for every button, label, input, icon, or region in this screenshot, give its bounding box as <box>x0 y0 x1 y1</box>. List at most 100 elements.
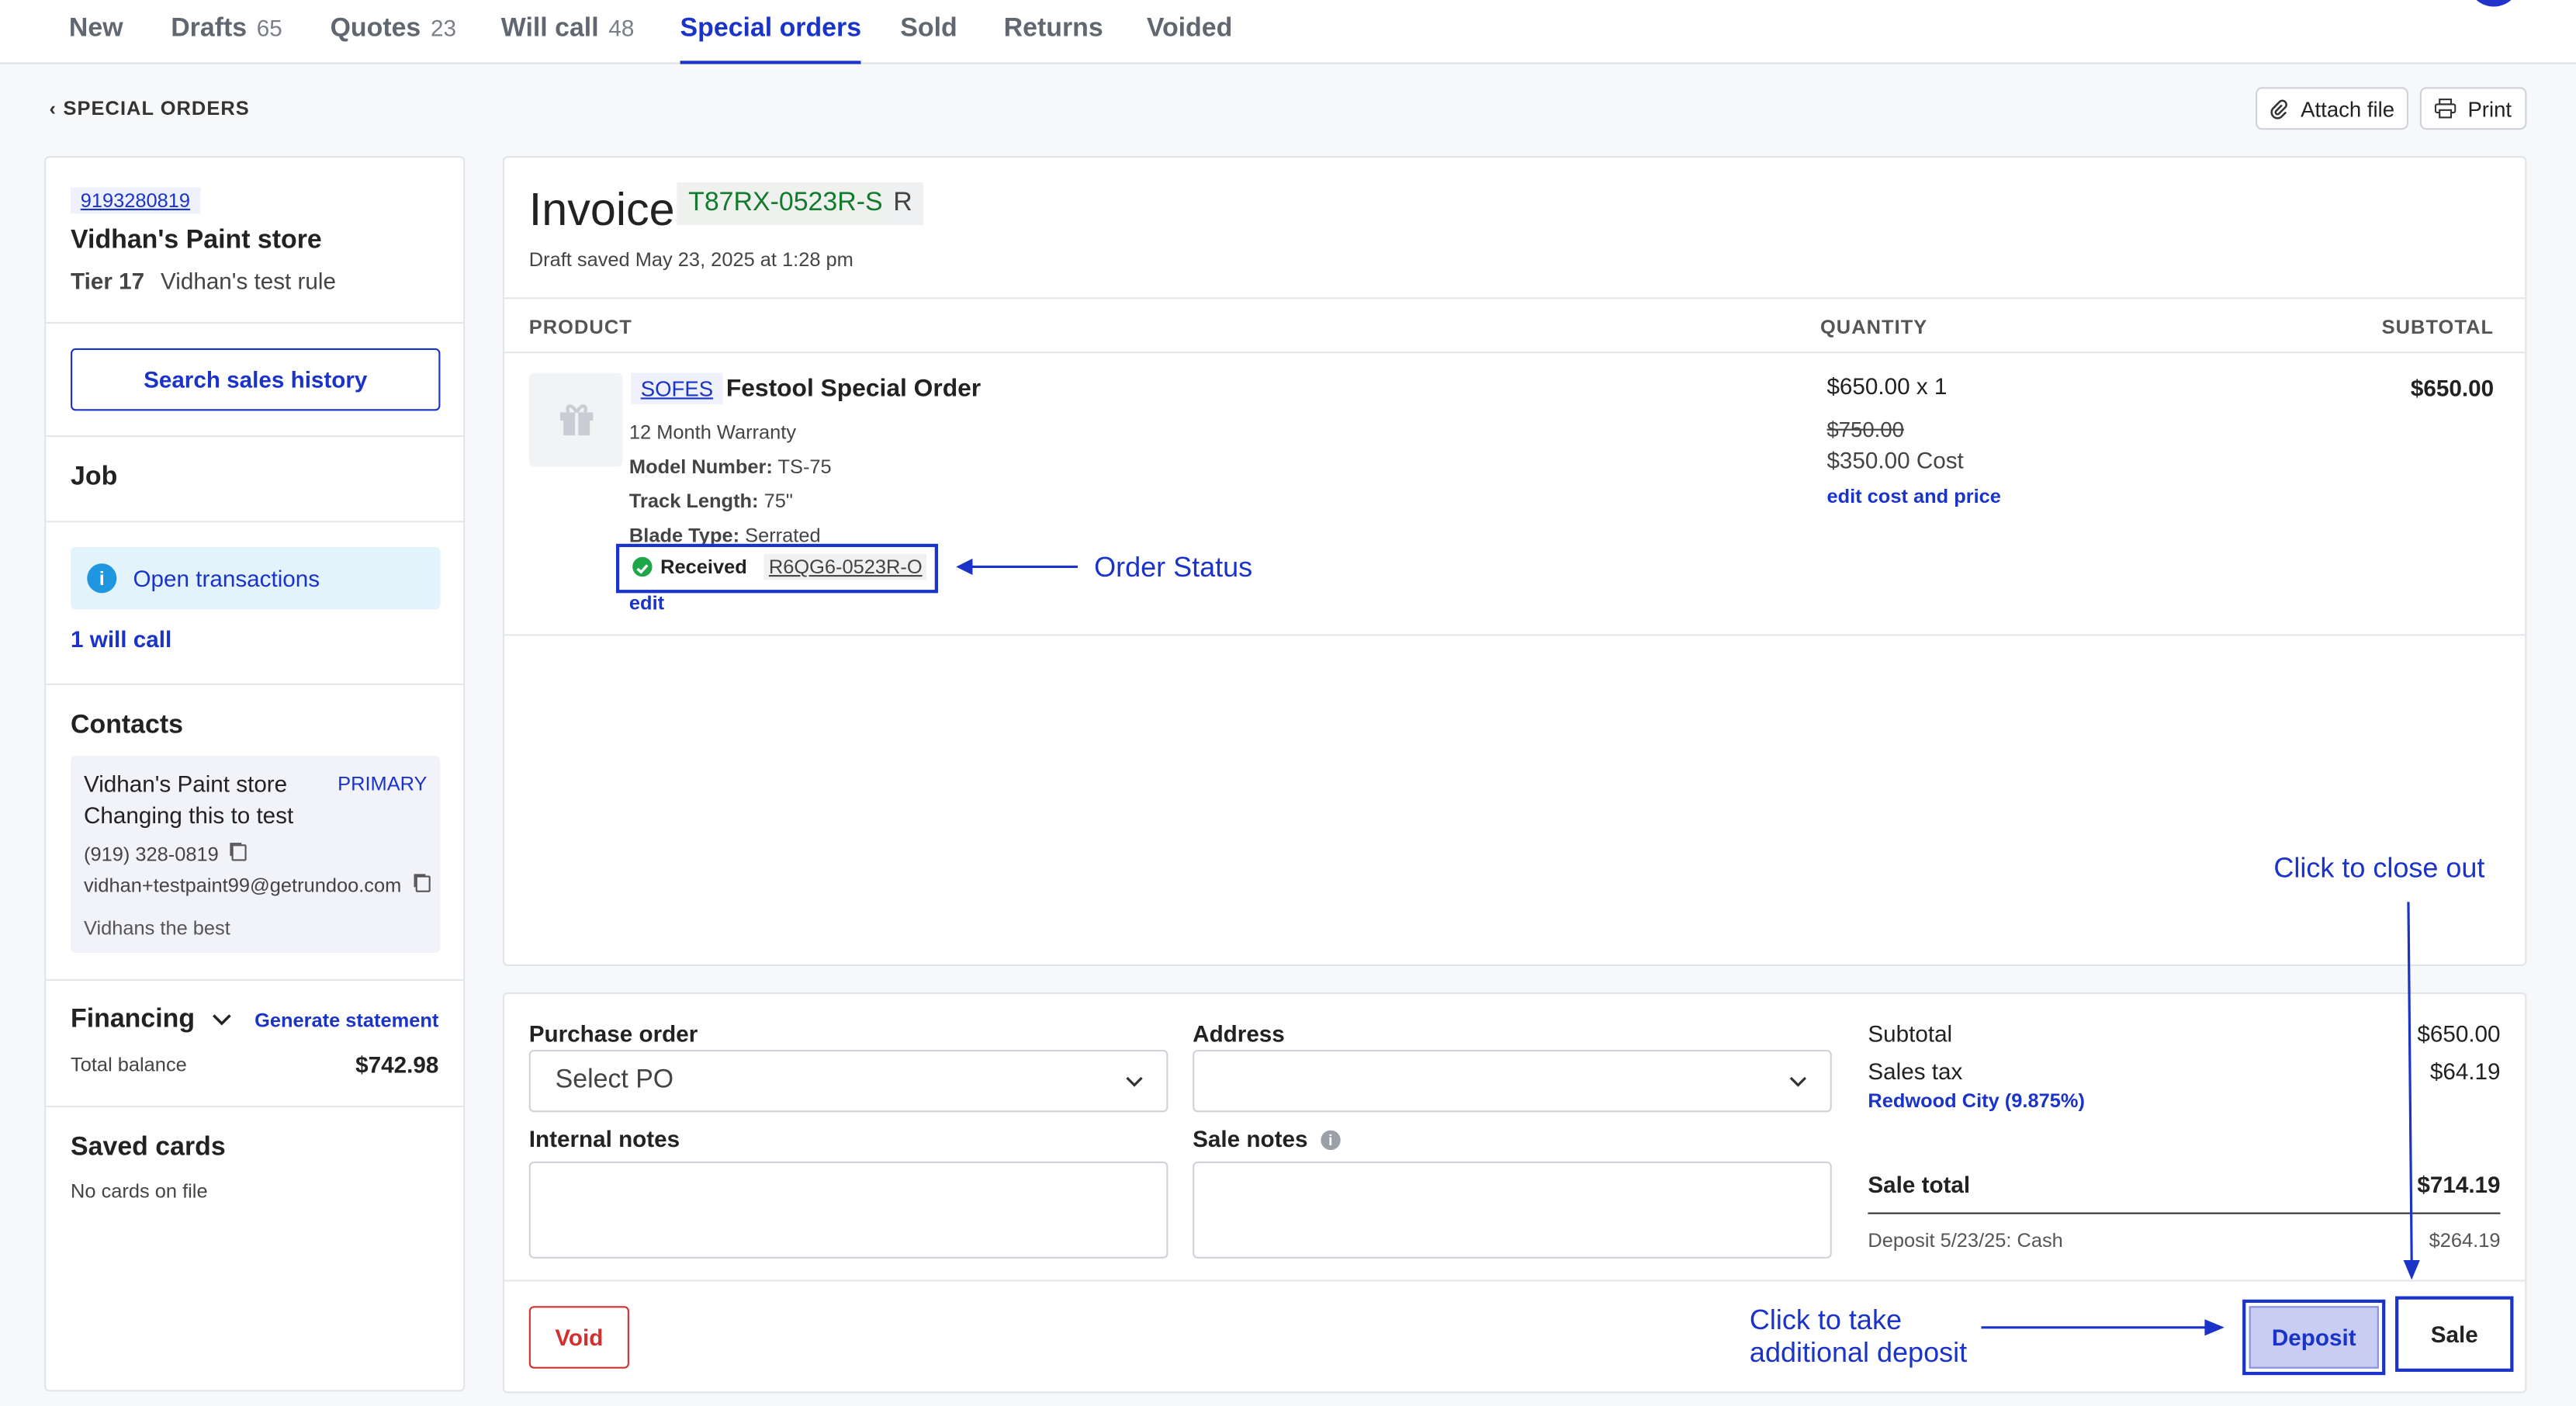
order-status-label: Received <box>660 555 747 579</box>
tax-location-link[interactable]: Redwood City (9.875%) <box>1868 1089 2085 1113</box>
deposit-label: Deposit 5/23/25: Cash <box>1868 1228 2063 1252</box>
sale-notes-textarea[interactable] <box>1193 1161 1832 1259</box>
customer-phone-link[interactable]: 9193280819 <box>71 187 200 214</box>
column-subtotal: SUBTOTAL <box>2381 315 2495 339</box>
saved-cards-empty: No cards on file <box>71 1179 208 1203</box>
annotation-deposit: Click to take additional deposit <box>1750 1304 1967 1370</box>
tab-label: Sold <box>900 15 957 43</box>
attach-file-label: Attach file <box>2301 95 2395 121</box>
sale-notes-header: Sale notes i <box>1193 1125 1341 1151</box>
tab-special-orders[interactable]: Special orders <box>680 15 862 64</box>
tab-new[interactable]: New <box>69 15 123 64</box>
primary-badge: PRIMARY <box>338 772 428 795</box>
product-sku-link[interactable]: SOFES <box>631 372 723 404</box>
tab-count: 65 <box>256 15 282 41</box>
chevron-down-icon <box>1789 1076 1807 1087</box>
saved-cards-title: Saved cards <box>71 1133 226 1162</box>
address-label: Address <box>1193 1020 1285 1047</box>
po-reference-link[interactable]: R6QG6-0523R-O <box>763 553 927 580</box>
address-select[interactable] <box>1193 1049 1832 1113</box>
tab-label: Returns <box>1003 15 1103 43</box>
column-quantity: QUANTITY <box>1819 315 1928 339</box>
print-label: Print <box>2467 95 2512 121</box>
annotation-deposit-line1: Click to take <box>1749 1304 1902 1336</box>
sale-button[interactable]: Sale <box>2395 1296 2514 1372</box>
will-call-link[interactable]: 1 will call <box>71 626 171 653</box>
check-circle-icon <box>632 556 653 577</box>
open-transactions-label: Open transactions <box>133 565 320 592</box>
tab-quotes[interactable]: Quotes 23 <box>331 15 456 64</box>
tab-count: 23 <box>430 15 456 41</box>
invoice-title: Invoice <box>528 184 675 235</box>
tab-label: Special orders <box>680 15 862 43</box>
tab-label: Will call <box>500 15 599 43</box>
item-qty-price: $650.00 x 1 <box>1826 372 1948 400</box>
product-name: Festool Special Order <box>725 374 982 403</box>
generate-statement-link[interactable]: Generate statement <box>254 1009 438 1032</box>
copy-icon[interactable] <box>414 875 431 892</box>
tab-will-call[interactable]: Will call 48 <box>501 15 635 64</box>
contact-phone: (919) 328-0819 <box>83 843 219 866</box>
tab-label: Voided <box>1146 15 1233 43</box>
deposit-value: $264.19 <box>2429 1228 2501 1252</box>
internal-notes-label: Internal notes <box>528 1125 680 1152</box>
deposit-button[interactable]: Deposit <box>2249 1306 2379 1369</box>
attach-file-button[interactable]: Attach file <box>2256 87 2408 130</box>
paperclip-icon <box>2271 99 2288 119</box>
financing-toggle[interactable]: Financing <box>71 1006 232 1035</box>
printer-icon <box>2435 99 2457 119</box>
annotation-arrow <box>956 558 1078 576</box>
job-title: Job <box>71 463 118 492</box>
customer-rule: Vidhan's test rule <box>161 268 336 294</box>
tab-drafts[interactable]: Drafts 65 <box>171 15 282 64</box>
breadcrumb[interactable]: ‹ SPECIAL ORDERS <box>50 97 250 120</box>
draft-saved-text: Draft saved May 23, 2025 at 1:28 pm <box>528 248 853 272</box>
tab-label: Quotes <box>330 15 421 43</box>
contact-note: Vidhans the best <box>83 916 230 940</box>
product-thumbnail <box>528 372 623 467</box>
copy-icon[interactable] <box>232 844 248 861</box>
chevron-down-icon <box>213 1014 231 1026</box>
annotation-close-out: Click to close out <box>2273 852 2485 885</box>
tab-count: 48 <box>608 15 635 41</box>
open-transactions-banner[interactable]: i Open transactions <box>71 547 441 610</box>
purchase-order-select[interactable]: Select PO <box>528 1049 1169 1113</box>
customer-sidebar: 9193280819 Vidhan's Paint store Tier 17 … <box>44 156 466 1392</box>
customer-name: Vidhan's Paint store <box>71 227 322 255</box>
contact-card: Vidhan's Paint store PRIMARY Changing th… <box>71 755 441 954</box>
avatar[interactable] <box>2467 0 2520 7</box>
tab-voided[interactable]: Voided <box>1147 15 1232 64</box>
void-button[interactable]: Void <box>528 1306 629 1369</box>
column-product: PRODUCT <box>528 315 632 339</box>
annotation-arrow <box>1981 1319 2225 1336</box>
customer-tier: Tier 17 <box>71 268 145 294</box>
annotation-arrow <box>2403 902 2420 1280</box>
info-icon: i <box>87 563 117 594</box>
tab-returns[interactable]: Returns <box>1004 15 1103 64</box>
info-icon[interactable]: i <box>1321 1130 1341 1151</box>
edit-item-link[interactable]: edit <box>629 591 664 615</box>
print-button[interactable]: Print <box>2419 87 2527 130</box>
chevron-down-icon <box>1126 1076 1143 1087</box>
search-sales-history-button[interactable]: Search sales history <box>71 348 441 411</box>
invoice-type-badge: R <box>881 182 923 226</box>
item-cost: $350.00 Cost <box>1826 446 1964 473</box>
internal-notes-textarea[interactable] <box>528 1161 1169 1259</box>
sales-tax-label: Sales tax <box>1868 1058 1963 1085</box>
purchase-order-placeholder: Select PO <box>555 1066 674 1095</box>
chevron-left-icon: ‹ <box>49 96 57 120</box>
gift-icon <box>559 404 594 436</box>
track-label: Track Length: <box>628 489 759 513</box>
annotation-order-status: Order Status <box>1094 552 1253 584</box>
deposit-highlight: Deposit <box>2242 1299 2386 1376</box>
edit-cost-price-link[interactable]: edit cost and price <box>1826 485 2000 508</box>
model-value: TS-75 <box>777 455 832 479</box>
tab-label: Drafts <box>171 15 248 43</box>
subtotal-value: $650.00 <box>2417 1020 2501 1047</box>
sale-total-label: Sale total <box>1868 1171 1971 1198</box>
tab-sold[interactable]: Sold <box>900 15 957 64</box>
invoice-number: T87RX-0523R-S <box>677 182 895 226</box>
sales-tax-value: $64.19 <box>2429 1058 2501 1085</box>
breadcrumb-label: SPECIAL ORDERS <box>63 96 250 120</box>
product-warranty: 12 Month Warranty <box>628 421 797 444</box>
